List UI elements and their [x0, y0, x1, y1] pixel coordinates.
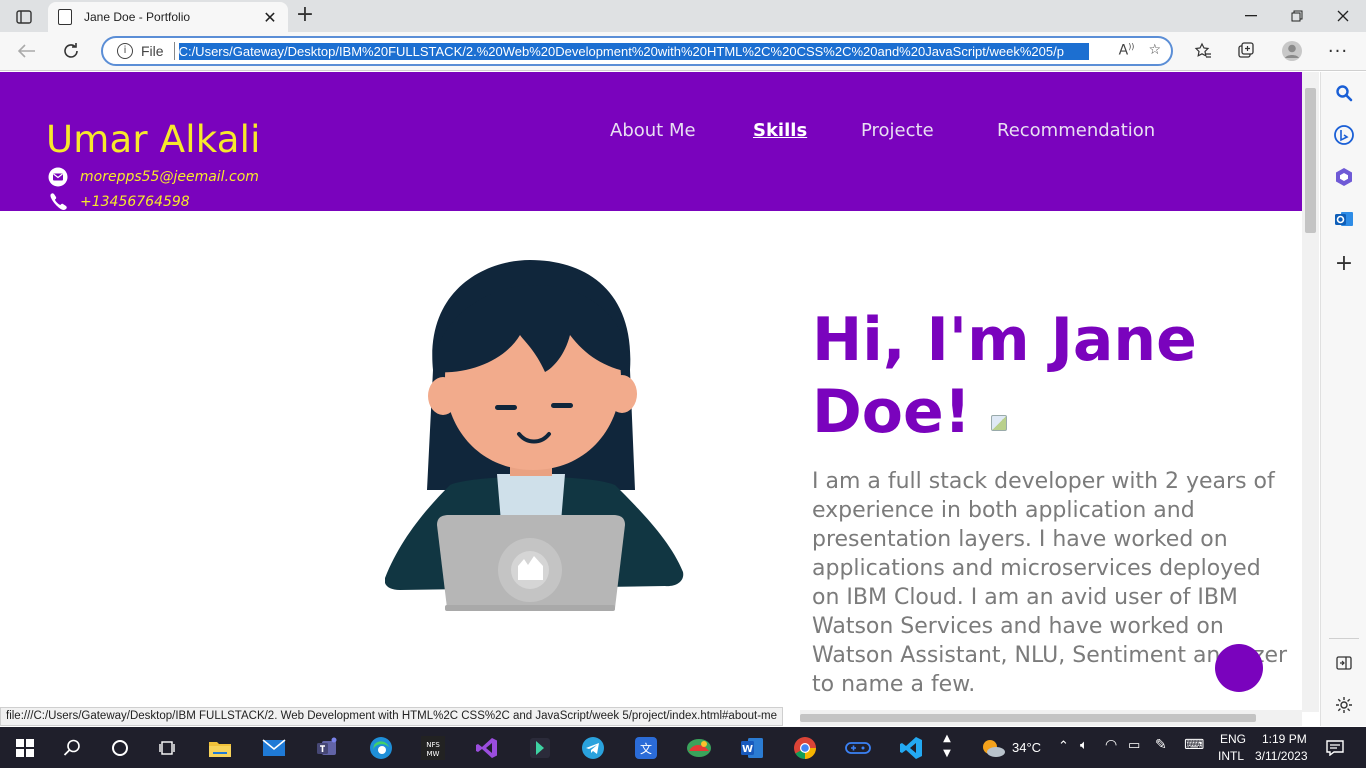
clock-date[interactable]: 3/11/2023: [1255, 749, 1308, 763]
email-text[interactable]: morepps55@jeemail.com: [80, 169, 259, 185]
new-tab-button[interactable]: +: [292, 4, 318, 28]
site-owner-name: Umar Alkali: [46, 118, 261, 161]
task-view-icon[interactable]: [153, 733, 183, 763]
language-code[interactable]: ENG: [1220, 732, 1246, 746]
page-viewport: Umar Alkali morepps55@jeemail.com +13456…: [0, 72, 1302, 710]
chrome-icon[interactable]: [790, 733, 820, 763]
restore-button[interactable]: [1274, 0, 1320, 32]
collections-icon[interactable]: [1231, 37, 1261, 65]
hero-title: Hi, I'm Jane Doe!: [812, 304, 1252, 448]
volume-icon[interactable]: 🔈︎: [1080, 738, 1088, 753]
svg-text:W: W: [742, 744, 753, 755]
contact-phone[interactable]: +13456764598: [46, 192, 190, 212]
developer-illustration: [384, 260, 685, 630]
mail-icon[interactable]: [259, 733, 289, 763]
close-tab-icon[interactable]: ✕: [262, 8, 278, 27]
keyboard-icon[interactable]: ⌨: [1184, 737, 1204, 753]
office-icon[interactable]: [1333, 166, 1355, 188]
edge-browser-icon[interactable]: [366, 733, 396, 763]
hero-title-line2: Doe!: [812, 377, 972, 447]
tab-strip: Jane Doe - Portfolio ✕ +: [0, 0, 1366, 32]
address-separator: [173, 42, 175, 60]
vertical-scroll-thumb[interactable]: [1305, 88, 1316, 233]
wifi-icon[interactable]: ◠: [1105, 737, 1117, 753]
read-aloud-icon[interactable]: A)): [1119, 42, 1135, 59]
teams-icon[interactable]: [313, 733, 343, 763]
settings-gear-icon[interactable]: [1333, 694, 1355, 716]
pen-icon[interactable]: ✎: [1155, 737, 1167, 753]
app-arrow-icon[interactable]: [525, 733, 555, 763]
tray-overflow-icon[interactable]: ⌃: [1058, 738, 1069, 754]
nav-recommendation[interactable]: Recommendation: [997, 120, 1155, 141]
browser-toolbar: i File C:/Users/Gateway/Desktop/IBM%20FU…: [0, 32, 1366, 71]
site-header: Umar Alkali morepps55@jeemail.com +13456…: [0, 72, 1302, 211]
nfs-game-icon[interactable]: NFS MW: [418, 733, 448, 763]
site-info-icon[interactable]: i: [117, 43, 133, 59]
nav-projects[interactable]: Projecte: [861, 120, 934, 141]
photos-icon[interactable]: [684, 733, 714, 763]
browser-tab[interactable]: Jane Doe - Portfolio ✕: [48, 2, 288, 32]
scroll-taskbar-icon[interactable]: ▲ ▼: [940, 731, 954, 765]
back-icon[interactable]: [12, 37, 42, 65]
horizontal-scroll-thumb[interactable]: [800, 714, 1256, 722]
favorites-icon[interactable]: [1188, 37, 1218, 65]
nav-skills[interactable]: Skills: [753, 120, 807, 141]
address-bar[interactable]: i File C:/Users/Gateway/Desktop/IBM%20FU…: [101, 36, 1173, 66]
vertical-scrollbar[interactable]: [1302, 72, 1319, 712]
bing-chat-icon[interactable]: [1333, 124, 1355, 146]
notifications-icon[interactable]: [1320, 733, 1350, 763]
file-explorer-icon[interactable]: [205, 733, 235, 763]
telegram-icon[interactable]: [578, 733, 608, 763]
edge-sidebar: +: [1320, 72, 1366, 726]
battery-icon[interactable]: ▭: [1128, 738, 1140, 753]
cortana-icon[interactable]: [105, 733, 135, 763]
svg-text:MW: MW: [427, 750, 440, 758]
email-icon: [46, 167, 70, 187]
language-layout[interactable]: INTL: [1218, 749, 1244, 763]
contact-email[interactable]: morepps55@jeemail.com: [46, 167, 259, 187]
windows-taskbar: NFS MW 文 W ▲ ▼ 34°C ⌃ 🔈︎ ◠ ▭ ✎ ⌨ ENG INTL …: [0, 727, 1366, 768]
add-favorite-icon[interactable]: ☆: [1148, 42, 1161, 58]
nav-about-me[interactable]: About Me: [610, 120, 696, 141]
clock-time[interactable]: 1:19 PM: [1262, 732, 1307, 746]
add-sidebar-app-icon[interactable]: +: [1333, 251, 1355, 276]
phone-icon: [46, 192, 70, 212]
address-url[interactable]: C:/Users/Gateway/Desktop/IBM%20FULLSTACK…: [178, 42, 1089, 60]
status-link-preview: file:///C:/Users/Gateway/Desktop/IBM FUL…: [0, 707, 784, 726]
svg-text:文: 文: [640, 741, 652, 756]
refresh-icon[interactable]: [56, 37, 86, 65]
translator-icon[interactable]: 文: [631, 733, 661, 763]
game-controller-icon[interactable]: [843, 733, 873, 763]
word-icon[interactable]: W: [737, 733, 767, 763]
search-icon[interactable]: [1333, 82, 1355, 104]
vscode-icon[interactable]: [896, 733, 926, 763]
horizontal-scrollbar[interactable]: [800, 710, 1302, 726]
weather-icon[interactable]: [978, 733, 1008, 763]
page-favicon-icon: [58, 9, 72, 25]
start-windows-icon[interactable]: [10, 733, 40, 763]
more-menu-icon[interactable]: ···: [1323, 37, 1353, 65]
visual-studio-icon[interactable]: [472, 733, 502, 763]
address-scheme-label: File: [141, 43, 164, 59]
tab-title: Jane Doe - Portfolio: [84, 10, 191, 24]
floating-action-button[interactable]: [1215, 644, 1263, 692]
svg-text:NFS: NFS: [426, 741, 440, 749]
hide-sidebar-icon[interactable]: [1333, 652, 1355, 674]
taskbar-search-icon[interactable]: [57, 733, 87, 763]
sidebar-divider: [1329, 638, 1359, 639]
weather-temperature[interactable]: 34°C: [1012, 740, 1041, 755]
broken-image-icon: [991, 415, 1008, 432]
hero-title-line1: Hi, I'm Jane: [812, 305, 1197, 375]
outlook-icon[interactable]: [1333, 208, 1355, 230]
close-window-button[interactable]: [1320, 0, 1366, 32]
minimize-button[interactable]: [1228, 0, 1274, 32]
phone-text[interactable]: +13456764598: [80, 194, 190, 210]
profile-avatar[interactable]: [1277, 37, 1307, 65]
tab-actions-icon[interactable]: [10, 6, 38, 28]
